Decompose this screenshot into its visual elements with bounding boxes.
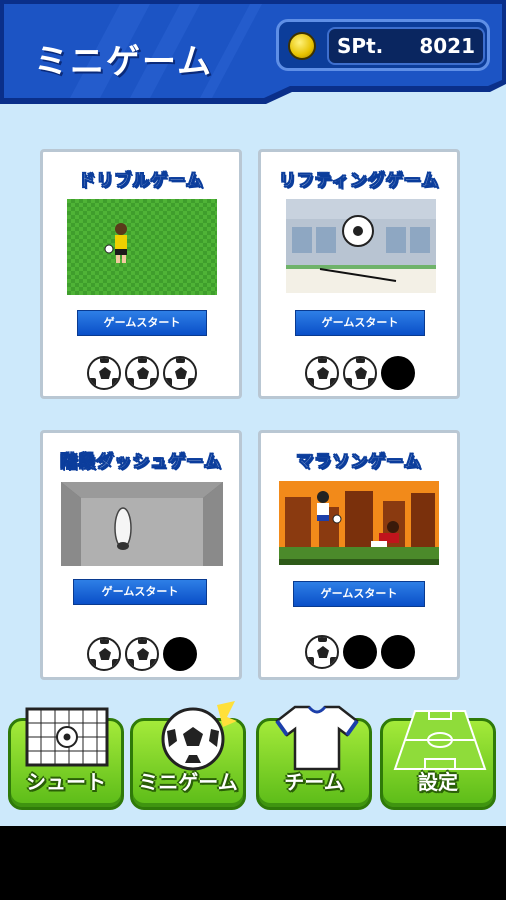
soccer-ball-icon <box>87 637 121 671</box>
game-start-button[interactable]: ゲームスタート <box>77 310 207 336</box>
game-start-button[interactable]: ゲームスタート <box>73 579 207 605</box>
spt-display: SPt. 8021 <box>327 27 485 65</box>
nav-mini-game[interactable]: ミニゲーム <box>130 701 246 810</box>
empty-ball-icon <box>343 635 377 669</box>
system-bar <box>0 826 506 900</box>
lifting-thumbnail <box>286 199 436 293</box>
dribble-thumbnail <box>67 199 217 295</box>
game-title: ドリブルゲーム <box>78 171 204 192</box>
soccer-ball-icon <box>343 356 377 390</box>
soccer-ball-icon <box>87 356 121 390</box>
soccer-ball-icon <box>125 637 159 671</box>
nav-shoot[interactable]: シュート <box>8 707 124 810</box>
soccer-ball-icon <box>305 635 339 669</box>
game-card-stair-dash[interactable]: 階段ダッシュゲーム ゲームスタート <box>40 430 242 680</box>
marathon-thumbnail <box>279 481 439 565</box>
game-card-dribble[interactable]: ドリブルゲーム ゲームスタート <box>40 149 242 399</box>
rating-balls <box>87 637 197 671</box>
stair-dash-thumbnail <box>61 482 223 566</box>
gold-coin-icon <box>288 32 316 60</box>
empty-ball-icon <box>381 635 415 669</box>
soccer-ball-icon <box>163 356 197 390</box>
header: ミニゲーム SPt. 8021 <box>0 0 506 104</box>
game-title: リフティングゲーム <box>278 171 440 192</box>
rating-balls <box>87 356 197 390</box>
game-card-lifting[interactable]: リフティングゲーム ゲームスタート <box>258 149 460 399</box>
nav-team[interactable]: チーム <box>256 705 372 810</box>
game-start-button[interactable]: ゲームスタート <box>295 310 425 336</box>
spt-label: SPt. <box>337 34 384 58</box>
game-title: マラソンゲーム <box>296 452 422 473</box>
rating-balls <box>305 356 415 390</box>
soccer-ball-icon <box>305 356 339 390</box>
soccer-ball-icon <box>125 356 159 390</box>
game-start-button[interactable]: ゲームスタート <box>293 581 425 607</box>
page-title: ミニゲーム <box>34 42 213 82</box>
mini-game-screen: ミニゲーム SPt. 8021 ドリブルゲーム ゲームスタート リフティングゲー… <box>0 0 506 826</box>
jersey-icon <box>275 705 359 775</box>
empty-ball-icon <box>381 356 415 390</box>
spt-value: 8021 <box>419 34 475 58</box>
rating-balls <box>305 635 415 669</box>
spt-counter: SPt. 8021 <box>276 19 490 71</box>
nav-label: シュート <box>26 770 106 794</box>
empty-ball-icon <box>163 637 197 671</box>
nav-settings[interactable]: 設定 <box>380 710 496 810</box>
game-card-marathon[interactable]: マラソンゲーム ゲームスタート <box>258 430 460 680</box>
nav-label: チーム <box>284 770 344 794</box>
goal-net-icon <box>25 707 109 773</box>
nav-label: ミニゲーム <box>138 770 238 794</box>
nav-label: 設定 <box>418 770 458 794</box>
game-title: 階段ダッシュゲーム <box>60 452 222 473</box>
